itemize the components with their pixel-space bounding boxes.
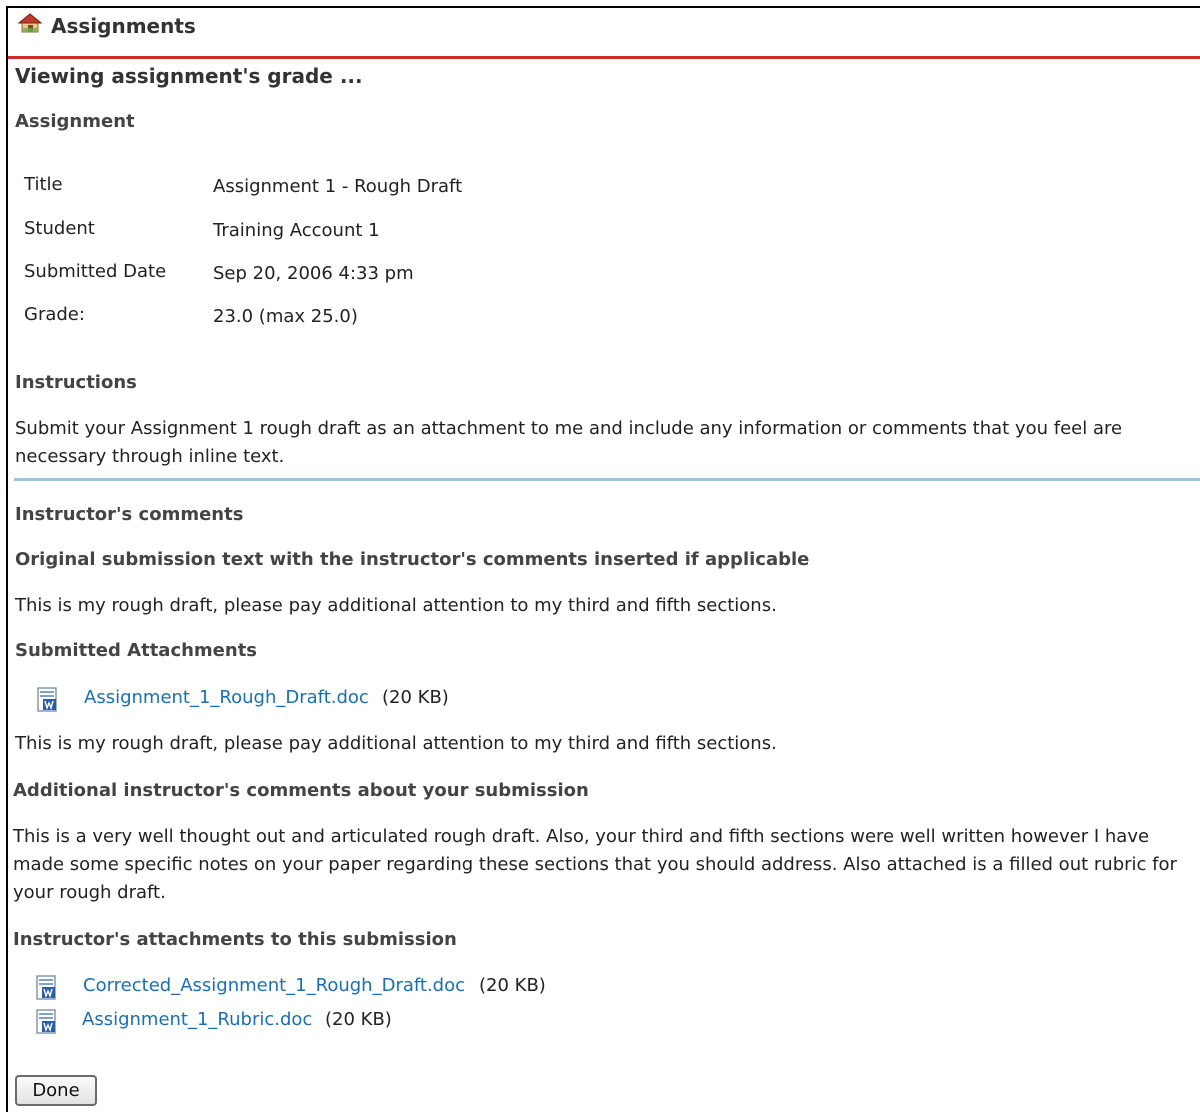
title-divider: [8, 56, 1200, 59]
attachment-size: (20 KB): [325, 1009, 392, 1030]
done-button[interactable]: Done: [15, 1075, 97, 1106]
word-doc-icon: [35, 1009, 59, 1035]
detail-label: Student: [24, 218, 95, 239]
additional-comments-line: made some specific notes on your paper r…: [13, 854, 1177, 875]
detail-value: Training Account 1: [213, 220, 380, 241]
assignment-grade-panel: Assignments Viewing assignment's grade .…: [6, 6, 1200, 1112]
attachment-link[interactable]: Corrected_Assignment_1_Rough_Draft.doc: [83, 975, 465, 996]
original-submission-heading: Original submission text with the instru…: [15, 549, 810, 570]
original-submission-text: This is my rough draft, please pay addit…: [15, 595, 777, 616]
detail-label: Title: [24, 174, 63, 195]
attachment-link[interactable]: Assignment_1_Rough_Draft.doc: [84, 687, 369, 708]
tool-title-bar: Assignments: [8, 8, 1200, 56]
attachment-link[interactable]: Assignment_1_Rubric.doc: [82, 1009, 312, 1030]
attachment-size: (20 KB): [382, 687, 449, 708]
detail-value: Assignment 1 - Rough Draft: [213, 176, 463, 197]
word-doc-icon: [35, 975, 59, 1001]
assignment-heading: Assignment: [15, 111, 135, 132]
detail-value: Sep 20, 2006 4:33 pm: [213, 263, 414, 284]
additional-comments-line: This is a very well thought out and arti…: [13, 826, 1150, 847]
instructor-attachments-heading: Instructor's attachments to this submiss…: [13, 929, 457, 950]
submitted-attachments-heading: Submitted Attachments: [15, 640, 258, 661]
instructions-heading: Instructions: [15, 372, 137, 393]
additional-comments-heading: Additional instructor's comments about y…: [13, 780, 589, 801]
detail-label: Grade:: [24, 304, 85, 325]
home-icon[interactable]: [17, 13, 43, 33]
word-doc-icon: [36, 687, 60, 713]
detail-label: Submitted Date: [24, 261, 167, 282]
section-divider: [14, 478, 1200, 481]
attachment-size: (20 KB): [479, 975, 546, 996]
detail-value: 23.0 (max 25.0): [213, 306, 358, 327]
instructions-text-line: necessary through inline text.: [15, 446, 285, 467]
instructions-text-line: Submit your Assignment 1 rough draft as …: [15, 418, 1123, 439]
instructor-comments-heading: Instructor's comments: [15, 504, 244, 525]
page-heading: Viewing assignment's grade ...: [15, 64, 363, 88]
submission-text: This is my rough draft, please pay addit…: [15, 733, 777, 754]
tool-title: Assignments: [51, 14, 196, 38]
additional-comments-line: your rough draft.: [13, 882, 166, 903]
